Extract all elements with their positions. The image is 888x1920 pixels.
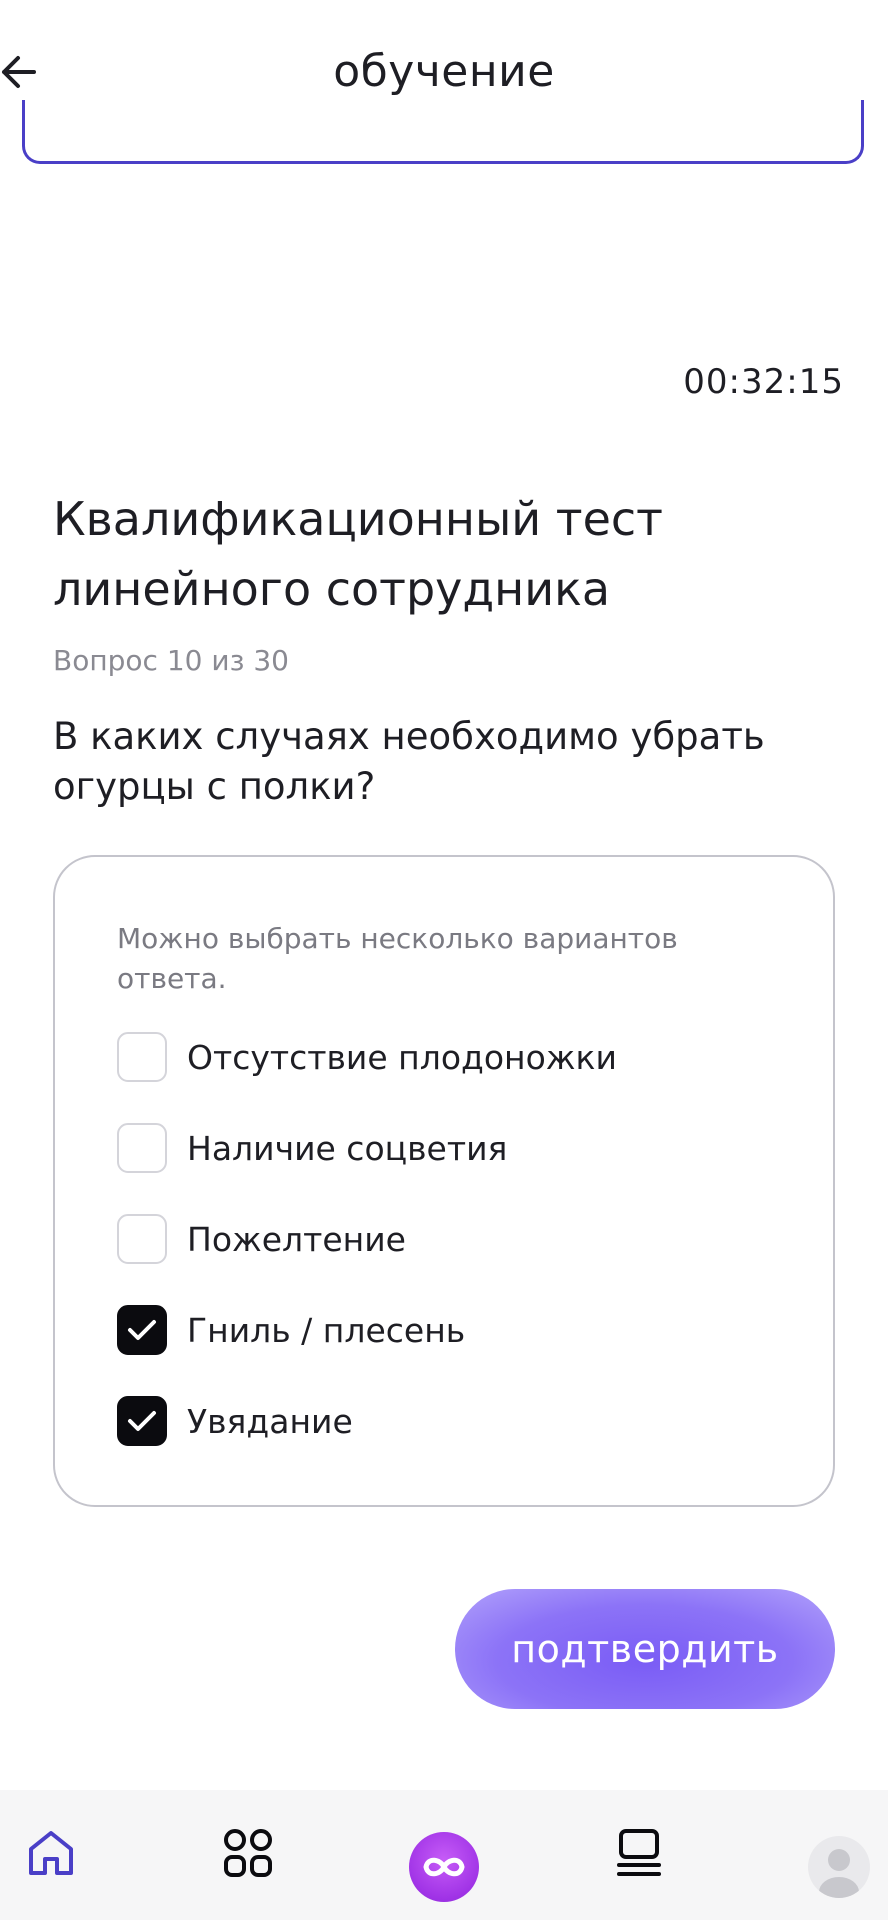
- answer-hint: Можно выбрать несколько вариантов ответа…: [117, 922, 678, 995]
- option-3[interactable]: Пожелтение: [117, 1213, 406, 1265]
- check-icon: [128, 1411, 156, 1431]
- top-card-edge: [22, 100, 864, 164]
- nav-home[interactable]: [16, 1818, 86, 1888]
- option-label: Пожелтение: [187, 1219, 406, 1259]
- page-title: обучение: [333, 46, 555, 97]
- checkbox[interactable]: [117, 1214, 167, 1264]
- home-icon: [29, 1831, 73, 1875]
- catalog-icon: [617, 1829, 661, 1876]
- infinity-icon: [423, 1857, 465, 1877]
- answers-card: Можно выбрать несколько вариантов ответа…: [53, 855, 835, 1507]
- option-2[interactable]: Наличие соцветия: [117, 1122, 507, 1174]
- checkbox[interactable]: [117, 1032, 167, 1082]
- nav-grid[interactable]: [213, 1818, 283, 1888]
- question-text: В каких случаях необходимо убрать огурцы…: [53, 715, 765, 808]
- option-5[interactable]: Увядание: [117, 1395, 353, 1447]
- nav-infinity[interactable]: [409, 1832, 479, 1902]
- confirm-button[interactable]: подтвердить: [455, 1589, 835, 1709]
- grid-icon: [224, 1829, 272, 1877]
- checkbox[interactable]: [117, 1123, 167, 1173]
- timer: 00:32:15: [683, 362, 844, 402]
- checkbox[interactable]: [117, 1305, 167, 1355]
- avatar-icon: [819, 1849, 859, 1898]
- option-label: Гниль / плесень: [187, 1310, 466, 1350]
- option-4[interactable]: Гниль / плесень: [117, 1304, 465, 1356]
- check-icon: [128, 1320, 156, 1340]
- test-title: Квалификационный тест линейного сотрудни…: [53, 492, 663, 616]
- question-counter: Вопрос 10 из 30: [53, 644, 289, 677]
- option-1[interactable]: Отсутствие плодоножки: [117, 1031, 617, 1083]
- nav-catalog[interactable]: [604, 1818, 674, 1888]
- nav-profile[interactable]: [808, 1836, 870, 1898]
- bottom-nav: [0, 1790, 888, 1920]
- option-label: Увядание: [187, 1401, 353, 1441]
- option-label: Наличие соцветия: [187, 1128, 508, 1168]
- option-label: Отсутствие плодоножки: [187, 1037, 617, 1077]
- checkbox[interactable]: [117, 1396, 167, 1446]
